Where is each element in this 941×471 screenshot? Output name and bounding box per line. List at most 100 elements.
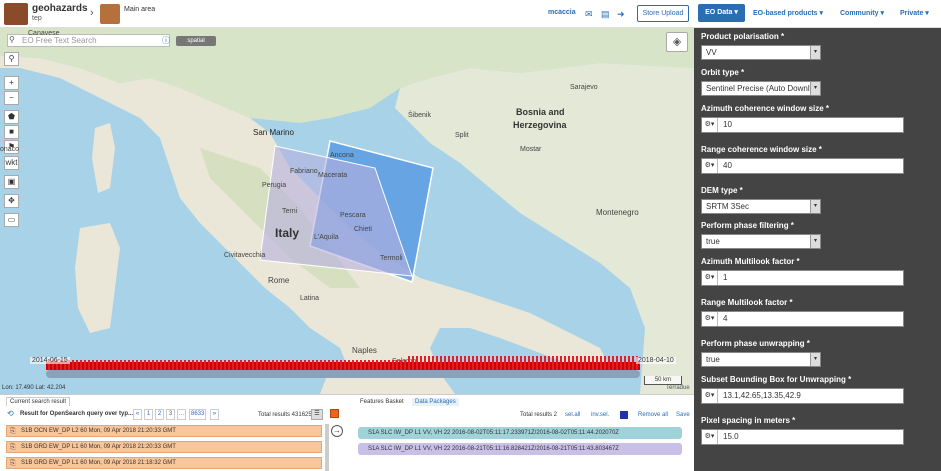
store-upload-button[interactable]: Store Upload (637, 5, 689, 22)
remove-all-link[interactable]: Remove all (638, 412, 668, 418)
field-label: Range Multilook factor * (701, 298, 793, 307)
print-icon[interactable]: ▣ (4, 175, 19, 189)
eo-based-products-menu[interactable]: EO-based products ▾ (753, 9, 823, 17)
map-view[interactable] (0, 28, 694, 394)
search-tool-icon[interactable]: ⚲ (4, 52, 19, 66)
tab-features-basket[interactable]: Features Basket (357, 398, 407, 406)
map-label-split: Split (455, 132, 469, 139)
tab-data-packages[interactable]: Data Packages (412, 398, 459, 406)
wrench-icon[interactable]: ⚙▾ (702, 118, 718, 132)
community-thumbnail[interactable] (100, 4, 120, 24)
brand-title: geohazards (32, 3, 88, 14)
layers-icon[interactable]: ◈ (666, 32, 688, 52)
timeline-range-slider[interactable] (46, 370, 640, 378)
wrench-icon[interactable]: ⚙▾ (702, 312, 718, 326)
select-value: VV (706, 48, 717, 57)
result-row[interactable]: ⎘ S1B GRD EW_DP L1 60 Mon, 09 Apr 2018 21… (6, 457, 322, 469)
field-label: Azimuth Multilook factor * (701, 257, 800, 266)
map-label-herzegovina: Herzegovina (513, 120, 567, 130)
eo-data-menu[interactable]: EO Data ▾ (698, 4, 745, 22)
result-row-text: S1B OCN EW_DP L2 60 Mon, 09 Apr 2018 21:… (21, 428, 176, 434)
basket-color-square[interactable] (620, 411, 628, 419)
azimuth-multilook-input[interactable]: ⚙▾ 1 (701, 270, 904, 286)
list-view-icon[interactable]: ☰ (311, 409, 323, 420)
phase-filtering-select[interactable]: true ▾ (701, 234, 821, 249)
timeline-histogram[interactable] (0, 346, 694, 384)
zoom-in-button[interactable]: + (4, 76, 19, 90)
map-label-chieti: Chieti (354, 226, 372, 233)
wrench-icon[interactable]: ⚙▾ (702, 389, 718, 403)
product-polarisation-select[interactable]: VV ▾ (701, 45, 821, 60)
breadcrumb-main-area[interactable]: Main area (124, 6, 155, 13)
select-value: Sentinel Precise (Auto Downl (706, 84, 810, 93)
page-next[interactable]: » (210, 409, 219, 420)
range-multilook-input[interactable]: ⚙▾ 4 (701, 311, 904, 327)
tab-current-search-result[interactable]: Current search result (6, 397, 71, 406)
user-link[interactable]: mcaccia (548, 9, 576, 16)
product-icon: ⎘ (10, 428, 16, 435)
fullscreen-icon[interactable]: ✥ (4, 194, 19, 208)
timeline-start-date: 2014-06-15 (30, 357, 70, 364)
draw-polygon-icon[interactable]: ⬟ (4, 110, 19, 124)
results-scrollbar[interactable] (325, 424, 329, 471)
page-prev[interactable]: « (133, 409, 142, 420)
phase-unwrapping-select[interactable]: true ▾ (701, 352, 821, 367)
azimuth-coherence-input[interactable]: ⚙▾ 10 (701, 117, 904, 133)
map-label-ancona: Ancona (330, 152, 354, 159)
page-1[interactable]: 1 (144, 409, 153, 420)
result-row-text: S1B GRD EW_DP L1 60 Mon, 09 Apr 2018 21:… (21, 444, 176, 450)
dem-type-select[interactable]: SRTM 3Sec ▾ (701, 199, 821, 214)
input-value: 40 (723, 161, 732, 170)
map-label-canavese: Canavese (28, 30, 60, 37)
mail-icon[interactable]: ✉ (585, 9, 593, 20)
invert-selection-link[interactable]: inv.sel. (591, 412, 609, 418)
save-link[interactable]: Save (676, 412, 690, 418)
results-layer-toggle[interactable] (330, 409, 339, 418)
result-row[interactable]: ⎘ S1B OCN EW_DP L2 60 Mon, 09 Apr 2018 21… (6, 425, 322, 437)
documents-icon[interactable]: ▤ (601, 9, 610, 20)
page-last[interactable]: 8633 (189, 409, 207, 420)
community-menu[interactable]: Community ▾ (840, 9, 884, 17)
field-label: Subset Bounding Box for Unwrapping * (701, 375, 852, 384)
page-3[interactable]: 3 (166, 409, 175, 420)
orbit-type-select[interactable]: Sentinel Precise (Auto Downl ▾ (701, 81, 821, 96)
wrench-icon[interactable]: ⚙▾ (702, 430, 718, 444)
map-label-terni: Terni (282, 208, 298, 215)
logout-icon[interactable]: ➜ (617, 9, 625, 20)
range-coherence-input[interactable]: ⚙▾ 40 (701, 158, 904, 174)
basket-row[interactable]: S1A SLC IW_DP L1 VV, VH 22 2016-08-21T05… (358, 443, 682, 455)
wrench-icon[interactable]: ⚙▾ (702, 271, 718, 285)
result-row[interactable]: ⎘ S1B GRD EW_DP L1 60 Mon, 09 Apr 2018 21… (6, 441, 322, 453)
map-label-sarajevo: Sarajevo (570, 84, 598, 91)
wkt-button[interactable]: wkt (4, 156, 19, 170)
draw-rectangle-icon[interactable]: ■ (4, 125, 19, 139)
map-label-macerata: Macerata (318, 172, 348, 179)
private-menu[interactable]: Private ▾ (900, 9, 929, 17)
pixel-spacing-input[interactable]: ⚙▾ 15.0 (701, 429, 904, 445)
select-all-link[interactable]: sel.all (565, 412, 580, 418)
geohazards-logo[interactable] (4, 3, 28, 25)
chevron-right-icon: › (90, 7, 94, 19)
subset-bbox-input[interactable]: ⚙▾ 13.1,42.65,13.35,42.9 (701, 388, 904, 404)
map-attribution: Terradue (666, 385, 690, 391)
select-value: true (706, 237, 720, 246)
field-label: Product polarisation * (701, 32, 785, 41)
map-label-perugia: Perugia (262, 182, 287, 189)
select-value: SRTM 3Sec (706, 202, 749, 211)
spatial-toggle[interactable]: spatial (176, 36, 216, 46)
basket-row-text: S1A SLC IW_DP L1 VV, VH 22 2016-08-02T05… (368, 430, 619, 436)
basket-row[interactable]: S1A SLC IW_DP L1 VV, VH 22 2016-08-02T05… (358, 427, 682, 439)
basket-total: Total results 2 (520, 412, 558, 418)
page-2[interactable]: 2 (155, 409, 164, 420)
map-label-monaco: onaco (0, 146, 20, 153)
wrench-icon[interactable]: ⚙▾ (702, 159, 718, 173)
map-label-sibenik: Šibenik (408, 112, 431, 119)
basket-row-text: S1A SLC IW_DP L1 VV, VH 22 2016-08-21T05… (368, 446, 619, 452)
field-label: Range coherence window size * (701, 145, 822, 154)
zoom-out-button[interactable]: − (4, 91, 19, 105)
arrow-right-icon[interactable]: → (331, 425, 343, 437)
input-value: 15.0 (723, 432, 739, 441)
input-value: 10 (723, 120, 732, 129)
ticket-icon[interactable]: ▭ (4, 213, 19, 227)
info-icon[interactable]: ⓘ (162, 35, 170, 46)
